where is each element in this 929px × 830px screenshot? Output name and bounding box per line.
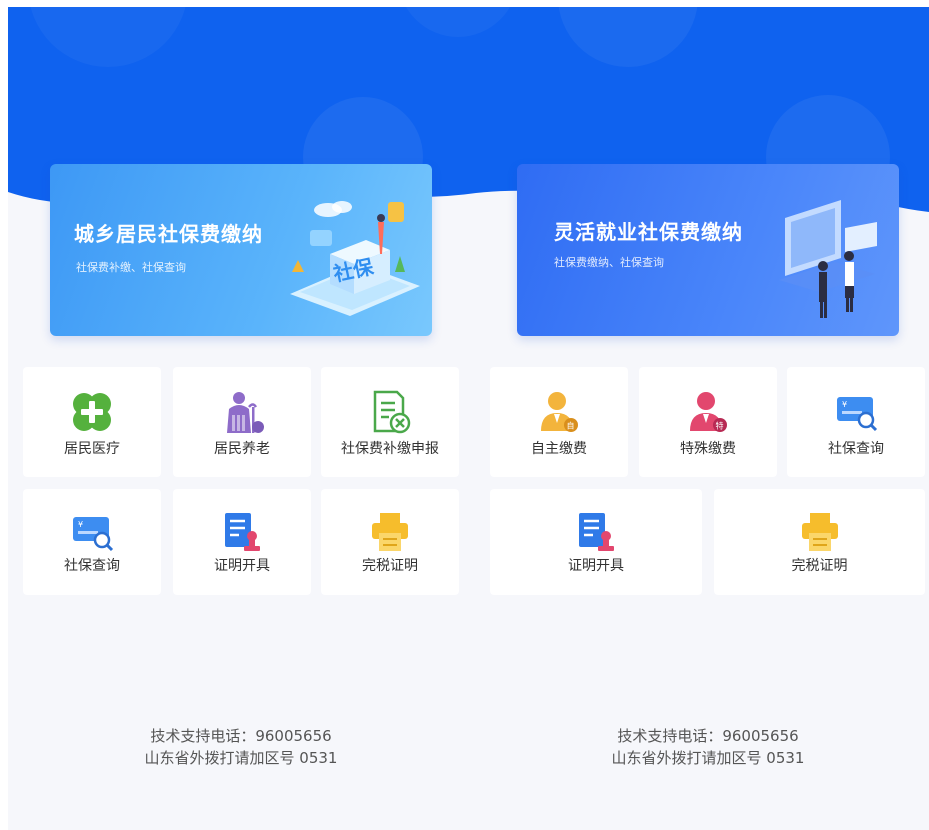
page: 城乡居民社保费缴纳 社保费补缴、社保查询 社保 灵活就业社保费缴纳 社保费缴纳、… — [8, 7, 929, 830]
tile-label: 特殊缴费 — [680, 441, 736, 457]
document-cancel-icon — [373, 390, 411, 434]
tile-label: 证明开具 — [568, 558, 624, 574]
elderly-person-icon — [227, 392, 264, 433]
tile-label: 居民医疗 — [64, 441, 120, 457]
tile-label: 居民养老 — [214, 441, 270, 457]
certificate-stamp-icon — [579, 513, 614, 551]
person-self-icon: 自 — [541, 392, 578, 432]
tile-tax-payment-certificate[interactable]: 完税证明 — [321, 489, 459, 595]
person-special-icon: 特 — [690, 392, 727, 432]
support-info-left: 技术支持电话：96005656 山东省外拨打请加区号 0531 — [81, 725, 401, 769]
banner-title: 灵活就业社保费缴纳 — [554, 220, 743, 244]
support-note: 山东省外拨打请加区号 0531 — [611, 749, 805, 767]
tile-certificate-issue[interactable]: 证明开具 — [173, 489, 311, 595]
svg-text:¥: ¥ — [842, 400, 847, 409]
tile-social-insurance-query[interactable]: ¥ 社保查询 — [23, 489, 161, 595]
svg-text:¥: ¥ — [78, 520, 83, 529]
card-search-icon: ¥ — [837, 397, 878, 432]
tile-label: 社保查询 — [828, 441, 884, 457]
medical-cross-icon — [73, 393, 111, 431]
card-search-icon: ¥ — [73, 517, 114, 552]
special-badge-text: 特 — [716, 421, 724, 431]
tile-label: 完税证明 — [362, 558, 418, 574]
certificate-stamp-icon — [225, 513, 260, 551]
support-phone: 技术支持电话：96005656 — [150, 727, 332, 745]
printer-icon — [372, 513, 408, 551]
tile-label: 完税证明 — [791, 558, 848, 574]
banner-subtitle: 社保费缴纳、社保查询 — [554, 256, 664, 269]
banner-title: 城乡居民社保费缴纳 — [74, 222, 263, 246]
tile-resident-medical[interactable]: 居民医疗 — [23, 367, 161, 477]
banner-subtitle: 社保费补缴、社保查询 — [76, 261, 186, 274]
support-note: 山东省外拨打请加区号 0531 — [144, 749, 338, 767]
self-badge-text: 自 — [567, 421, 575, 431]
tile-label: 自主缴费 — [531, 441, 587, 457]
printer-icon — [801, 513, 838, 551]
business-people-screen-illustration — [779, 200, 877, 318]
isometric-social-insurance-illustration: 社保 — [290, 201, 420, 316]
tile-certificate-issue[interactable]: 证明开具 — [490, 489, 702, 595]
banner-resident-social-insurance[interactable]: 城乡居民社保费缴纳 社保费补缴、社保查询 社保 — [50, 164, 432, 336]
tile-special-payment[interactable]: 特 特殊缴费 — [639, 367, 777, 477]
support-info-right: 技术支持电话：96005656 山东省外拨打请加区号 0531 — [548, 725, 868, 769]
tile-social-insurance-query[interactable]: ¥ 社保查询 — [787, 367, 925, 477]
tile-tax-payment-certificate[interactable]: 完税证明 — [714, 489, 925, 595]
tile-label: 证明开具 — [214, 558, 270, 574]
banner-flexible-employment-social-insurance[interactable]: 灵活就业社保费缴纳 社保费缴纳、社保查询 — [517, 164, 899, 336]
tile-label: 社保查询 — [64, 558, 120, 574]
tile-supplementary-payment-report[interactable]: 社保费补缴申报 — [321, 367, 459, 477]
tile-label: 社保费补缴申报 — [341, 441, 439, 457]
support-phone: 技术支持电话：96005656 — [617, 727, 799, 745]
tile-resident-pension[interactable]: 居民养老 — [173, 367, 311, 477]
tile-self-payment[interactable]: 自 自主缴费 — [490, 367, 628, 477]
